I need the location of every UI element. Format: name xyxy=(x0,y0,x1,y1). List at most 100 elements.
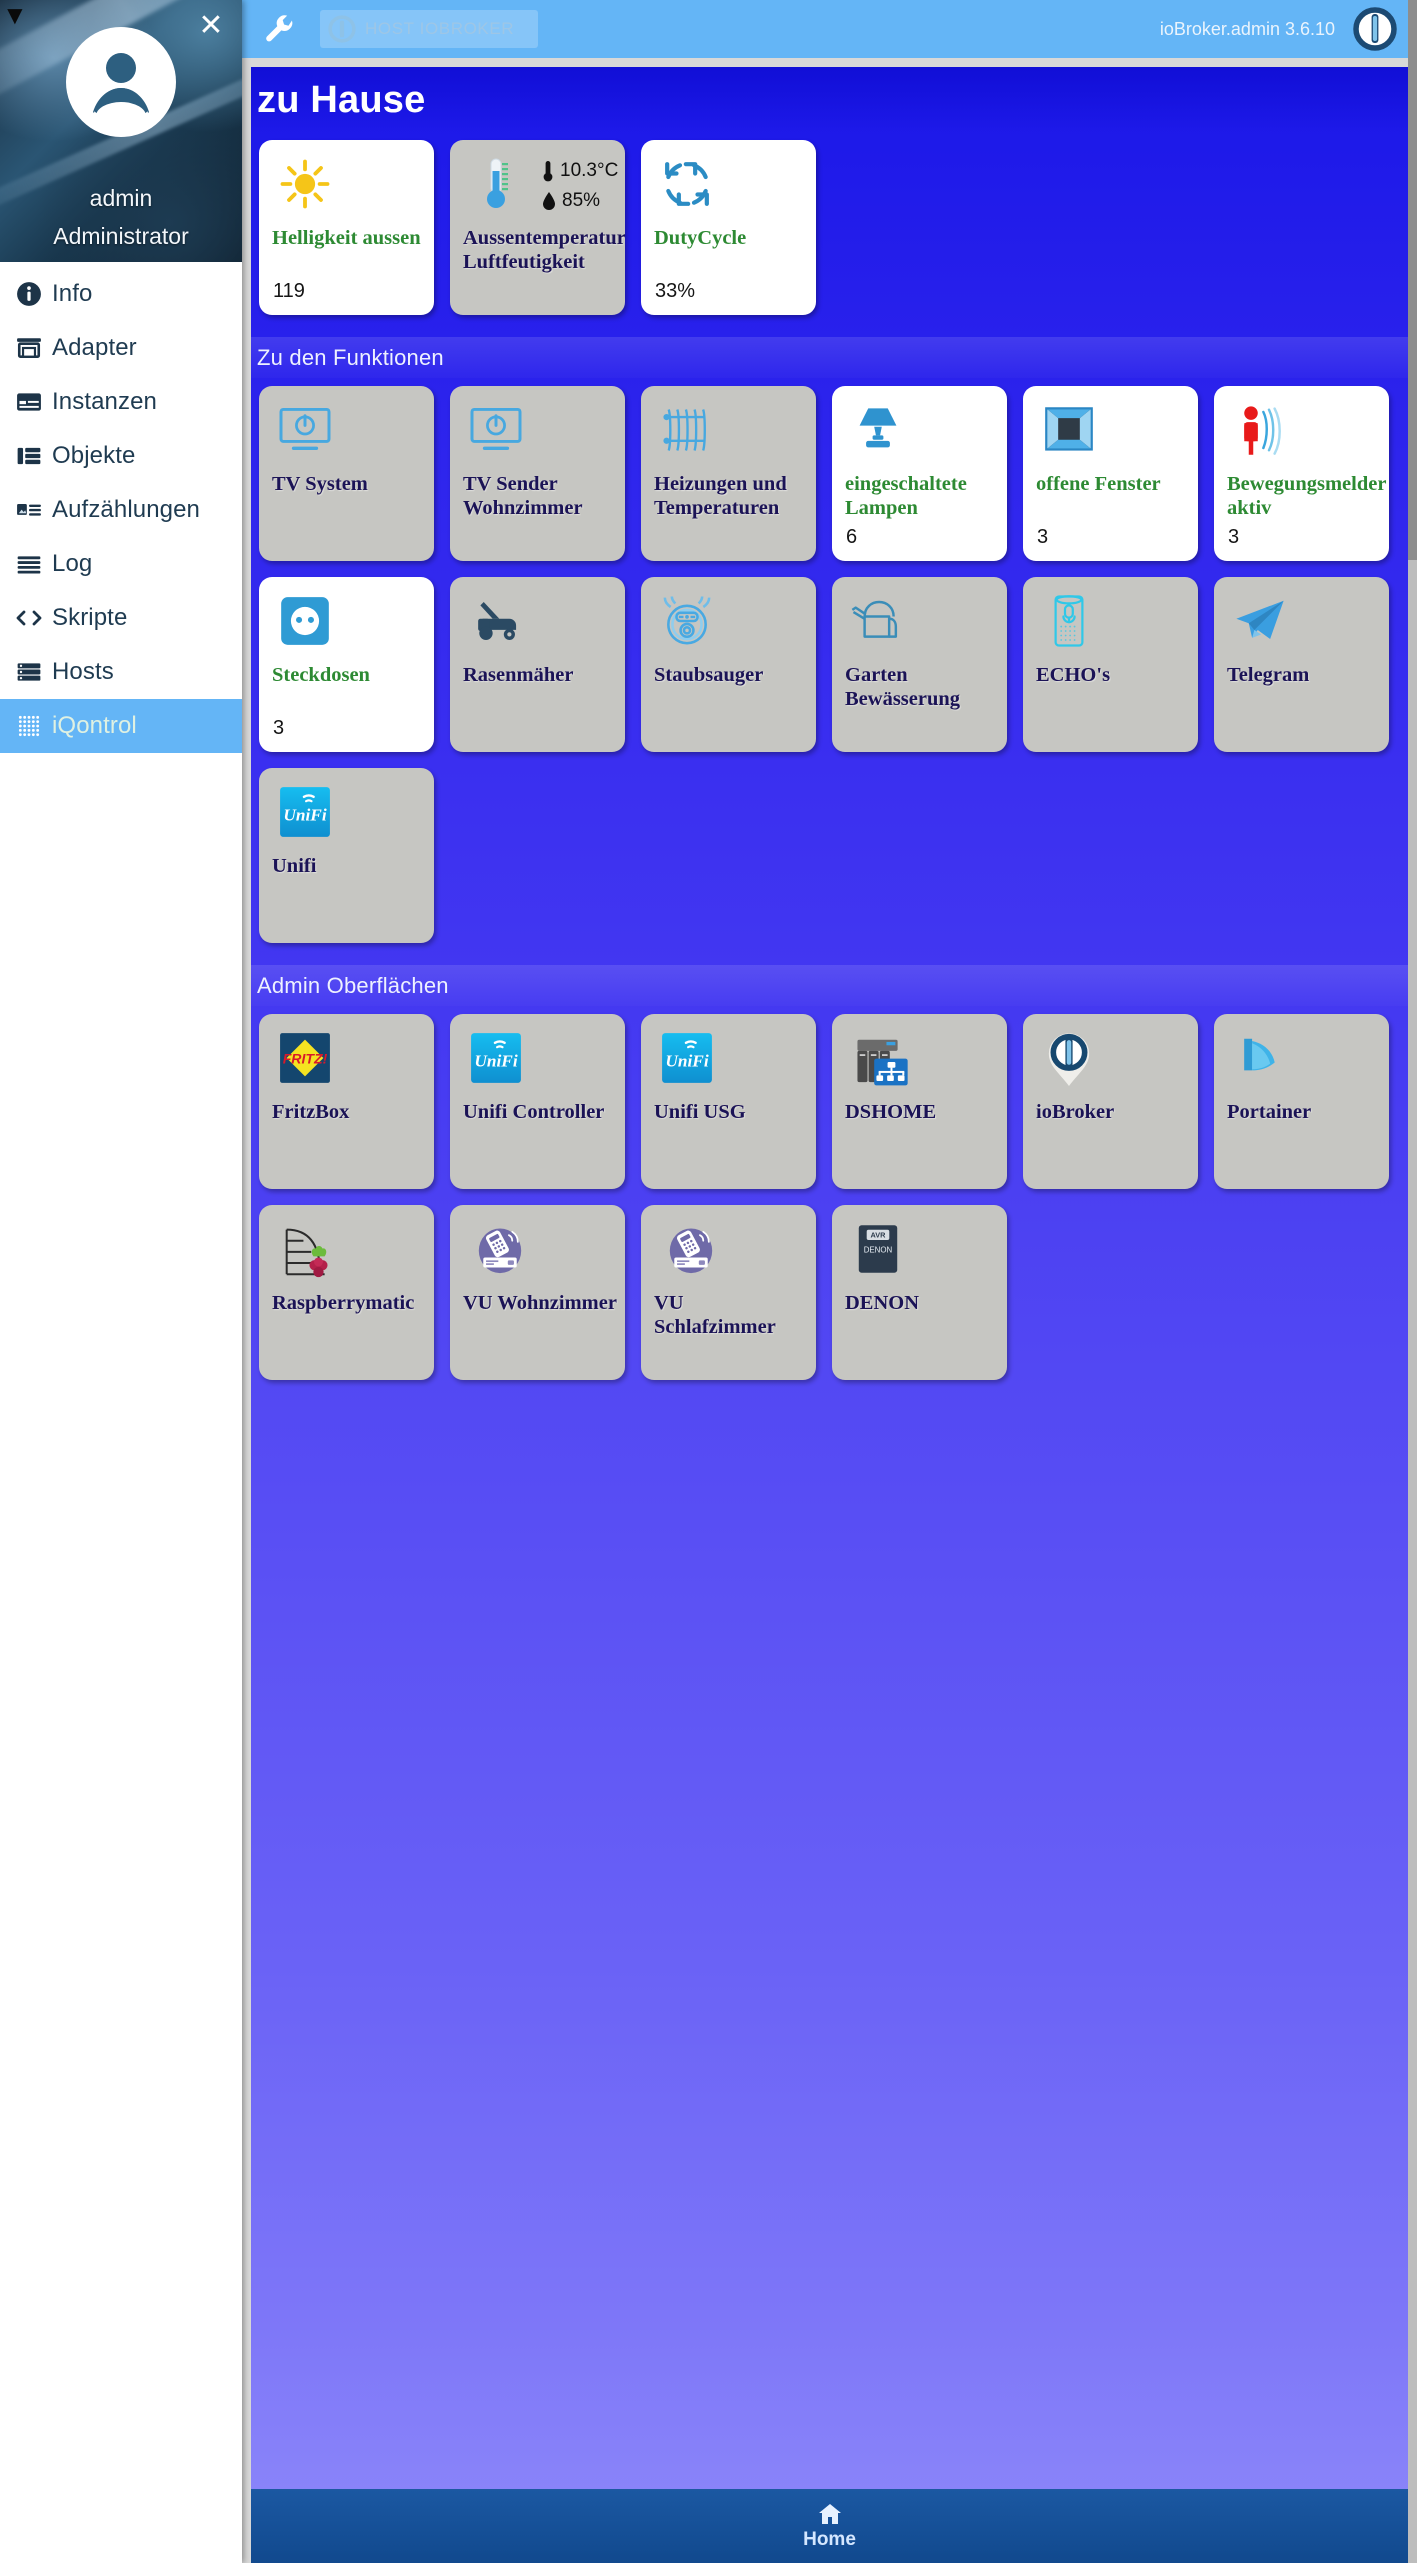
tile-title: eingeschaltete Lampen xyxy=(845,473,967,519)
tile-unifi-controller[interactable]: UniFi Unifi Controller xyxy=(450,1014,625,1189)
tile-helligkeit-aussen[interactable]: Helligkeit aussen 119 xyxy=(259,140,434,315)
tile-steckdosen[interactable]: Steckdosen 3 xyxy=(259,577,434,752)
tile-title: Raspberrymatic xyxy=(272,1292,415,1314)
tile-echos[interactable]: ECHO's xyxy=(1023,577,1198,752)
tv-power-icon xyxy=(464,398,528,462)
sidebar-item-adapter[interactable]: Adapter xyxy=(0,321,242,375)
tile-title: VU Schlafzimmer xyxy=(654,1292,776,1338)
tile-title: Portainer xyxy=(1227,1101,1312,1123)
tile-title: offene Fenster xyxy=(1036,473,1161,495)
server-icon xyxy=(6,659,52,685)
tile-aussentemperatur-luftfeuchtigkeit[interactable]: 10.3°C 85% Aussentemperatur Luftfeutigke… xyxy=(450,140,625,315)
tile-value: 3 xyxy=(273,717,285,739)
sidebar-item-skripte[interactable]: Skripte xyxy=(0,591,242,645)
sidebar-item-objekte[interactable]: Objekte xyxy=(0,429,242,483)
tile-title: ECHO's xyxy=(1036,664,1111,686)
tile-tv-system[interactable]: TV System xyxy=(259,386,434,561)
info-circle-icon xyxy=(6,281,52,307)
tile-unifi[interactable]: UniFi Unifi xyxy=(259,768,434,943)
host-selector[interactable]: HOST IOBROKER xyxy=(320,10,538,48)
image-list-icon xyxy=(6,497,52,523)
tile-heizungen-und-temperaturen[interactable]: Heizungen und Temperaturen xyxy=(641,386,816,561)
tile-bewegungsmelder-aktiv[interactable]: Bewegungsmelder aktiv 3 xyxy=(1214,386,1389,561)
tile-title: TV Sender Wohnzimmer xyxy=(463,473,583,519)
tile-dutycycle[interactable]: DutyCycle 33% xyxy=(641,140,816,315)
tile-vu-schlafzimmer[interactable]: VU Schlafzimmer xyxy=(641,1205,816,1380)
tile-readings: 10.3°C 85% xyxy=(542,156,618,216)
sidebar: ✕ admin Administrator Info Adapter Insta… xyxy=(0,0,242,2563)
iobroker-pin-icon xyxy=(1037,1026,1101,1090)
tile-offene-fenster[interactable]: offene Fenster 3 xyxy=(1023,386,1198,561)
tile-title: Aussentemperatur Luftfeutigkeit xyxy=(463,227,625,273)
tile-value: 6 xyxy=(846,526,858,548)
sidebar-item-info[interactable]: Info xyxy=(0,267,242,321)
tv-power-icon xyxy=(273,398,337,462)
sidebar-item-hosts[interactable]: Hosts xyxy=(0,645,242,699)
tile-telegram[interactable]: Telegram xyxy=(1214,577,1389,752)
wrench-icon[interactable] xyxy=(252,4,306,54)
tile-iobroker[interactable]: ioBroker xyxy=(1023,1014,1198,1189)
tile-value: 33% xyxy=(655,280,696,302)
vu-remote-icon xyxy=(464,1217,536,1289)
reading-temperature-value: 10.3°C xyxy=(560,160,619,181)
tile-title: Rasenmäher xyxy=(463,664,574,686)
sidebar-item-label: Skripte xyxy=(52,604,128,631)
funktionen-tile-grid: TV System TV Sender Wohnzimmer Heizungen… xyxy=(251,378,1408,965)
sidebar-item-log[interactable]: Log xyxy=(0,537,242,591)
tile-staubsauger[interactable]: Staubsauger xyxy=(641,577,816,752)
iobroker-logo-icon[interactable] xyxy=(1353,7,1397,51)
tile-fritzbox[interactable]: FRITZ! FritzBox xyxy=(259,1014,434,1189)
close-icon[interactable]: ✕ xyxy=(194,10,228,44)
tile-tv-sender-wohnzimmer[interactable]: TV Sender Wohnzimmer xyxy=(450,386,625,561)
tile-title: DutyCycle xyxy=(654,227,747,249)
thermometer-small-icon xyxy=(542,160,554,182)
tile-title: Bewegungsmelder aktiv xyxy=(1227,473,1387,519)
sun-icon xyxy=(273,152,337,216)
tile-title: VU Wohnzimmer xyxy=(463,1292,617,1314)
tile-title: Unifi USG xyxy=(654,1101,746,1123)
tile-eingeschaltete-lampen[interactable]: eingeschaltete Lampen 6 xyxy=(832,386,1007,561)
tile-garten-bewaesserung[interactable]: Garten Bewässerung xyxy=(832,577,1007,752)
fritzbox-logo-icon: FRITZ! xyxy=(273,1026,337,1090)
droplet-icon xyxy=(542,191,556,211)
host-label: HOST IOBROKER xyxy=(365,19,515,38)
sidebar-user-header: ✕ admin Administrator xyxy=(0,0,242,262)
sidebar-item-aufzaehlungen[interactable]: Aufzählungen xyxy=(0,483,242,537)
watering-can-icon xyxy=(846,589,910,653)
radiator-icon xyxy=(655,398,719,462)
tile-unifi-usg[interactable]: UniFi Unifi USG xyxy=(641,1014,816,1189)
tile-title: DENON xyxy=(845,1292,920,1314)
tile-denon[interactable]: AVR DENON DENON xyxy=(832,1205,1007,1380)
svg-text:UniFi: UniFi xyxy=(283,806,327,825)
sidebar-item-instanzen[interactable]: Instanzen xyxy=(0,375,242,429)
tile-vu-wohnzimmer[interactable]: VU Wohnzimmer xyxy=(450,1205,625,1380)
tile-dshome[interactable]: DSHOME xyxy=(832,1014,1007,1189)
tile-title: TV System xyxy=(272,473,368,495)
raspberrymatic-icon xyxy=(273,1217,345,1289)
tile-portainer[interactable]: Portainer xyxy=(1214,1014,1389,1189)
svg-text:FRITZ!: FRITZ! xyxy=(283,1050,328,1066)
store-icon xyxy=(6,335,52,361)
app-bar: HOST IOBROKER ioBroker.admin 3.6.10 xyxy=(242,0,1417,58)
sidebar-item-iqontrol[interactable]: iQontrol xyxy=(0,699,242,753)
avatar[interactable] xyxy=(65,26,177,138)
thermometer-icon xyxy=(464,152,528,216)
window-open-icon xyxy=(1037,398,1101,462)
tile-rasenmaeher[interactable]: Rasenmäher xyxy=(450,577,625,752)
vertical-scrollbar[interactable] xyxy=(1408,0,1417,2563)
lawnmower-icon xyxy=(464,589,528,653)
bottom-nav-home[interactable]: Home xyxy=(251,2489,1408,2563)
unifi-logo-icon: UniFi xyxy=(655,1026,719,1090)
scrollbar-thumb[interactable] xyxy=(1408,0,1417,560)
lines-icon xyxy=(6,551,52,577)
sidebar-item-label: Objekte xyxy=(52,442,136,469)
reading-humidity-value: 85% xyxy=(562,190,601,211)
tile-raspberrymatic[interactable]: Raspberrymatic xyxy=(259,1205,434,1380)
tile-value: 3 xyxy=(1037,526,1049,548)
main-area: HOST IOBROKER ioBroker.admin 3.6.10 zu H… xyxy=(242,0,1417,2563)
lamp-icon xyxy=(846,398,910,462)
table-rows-icon xyxy=(6,443,52,469)
sidebar-item-label: iQontrol xyxy=(52,712,137,739)
tile-title: FritzBox xyxy=(272,1101,350,1123)
home-icon xyxy=(817,2502,843,2526)
